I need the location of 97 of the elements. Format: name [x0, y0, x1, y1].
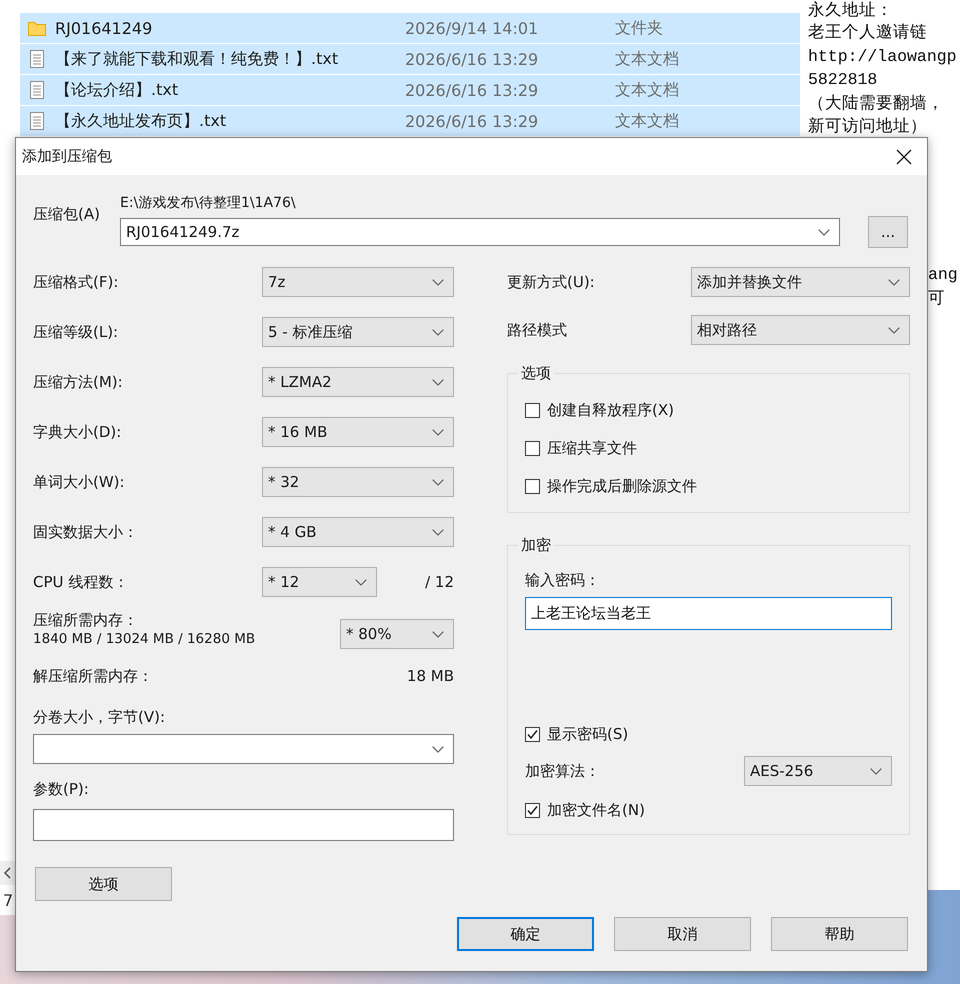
field-label: 压缩格式(F):	[33, 272, 120, 292]
checkbox[interactable]	[525, 726, 540, 742]
checkbox-label[interactable]: 操作完成后删除源文件	[547, 476, 697, 496]
options-button[interactable]: 选项	[35, 867, 172, 901]
chevron-down-icon	[432, 630, 444, 638]
file-name: 【永久地址发布页】.txt	[55, 110, 228, 132]
password-field[interactable]: 上老王论坛当老王	[525, 597, 892, 630]
file-date: 2026/6/16 13:29	[405, 112, 540, 130]
folder-icon	[28, 19, 46, 37]
checkbox-label[interactable]: 压缩共享文件	[547, 438, 637, 458]
close-icon	[896, 148, 912, 164]
file-type: 文件夹	[615, 18, 663, 38]
dropdown[interactable]: * 16 MB	[262, 417, 454, 447]
field-label: 加密算法：	[525, 762, 600, 780]
chevron-down-icon	[432, 428, 444, 436]
memory-reading: 18 MB	[406, 667, 454, 685]
file-row[interactable]: 【永久地址发布页】.txt 2026/6/16 13:29 文本文档	[20, 106, 800, 137]
dropdown[interactable]: AES-256	[744, 756, 892, 786]
field-label: 更新方式(U):	[507, 272, 596, 292]
note-text: 永久地址：	[808, 0, 893, 21]
chevron-down-icon	[818, 228, 830, 236]
dropdown[interactable]: 添加并替换文件	[691, 267, 910, 297]
dropdown[interactable]: * 32	[262, 467, 454, 497]
thread-total: / 12	[424, 573, 454, 591]
chevron-down-icon	[432, 528, 444, 536]
note-text: ang	[928, 264, 958, 286]
dropdown[interactable]: 相对路径	[691, 315, 910, 345]
volume-size-field[interactable]	[33, 734, 454, 764]
chevron-down-icon	[432, 328, 444, 336]
file-type: 文本文档	[615, 80, 679, 100]
field-label: 固实数据大小：	[33, 522, 139, 542]
document-icon	[28, 112, 46, 130]
chevron-down-icon	[888, 326, 900, 334]
field-label: 压缩所需内存：	[33, 611, 138, 630]
dropdown[interactable]: * 80%	[340, 619, 454, 649]
dropdown[interactable]: RJ01641249.7z	[120, 218, 840, 246]
parameters-field[interactable]	[33, 809, 454, 841]
file-type: 文本文档	[615, 110, 679, 132]
file-name: 【来了就能下载和观看！纯免费！】.txt	[55, 48, 340, 70]
chevron-down-icon	[432, 278, 444, 286]
document-icon	[28, 50, 46, 68]
dropdown[interactable]: 7z	[262, 267, 454, 297]
field-label: 解压缩所需内存：	[33, 667, 153, 685]
status-text: 7	[3, 890, 14, 910]
field-label: 路径模式	[507, 320, 568, 340]
memory-reading: 1840 MB / 13024 MB / 16280 MB	[33, 630, 256, 649]
dialog-title: 添加到压缩包	[22, 147, 112, 165]
file-row[interactable]: 【论坛介绍】.txt 2026/6/16 13:29 文本文档	[20, 75, 800, 106]
dropdown[interactable]: * LZMA2	[262, 367, 454, 397]
field-label: 参数(P):	[33, 780, 89, 798]
folder-path: E:\游戏发布\待整理1\1A76\	[120, 194, 296, 212]
chevron-down-icon	[432, 478, 444, 486]
checkbox[interactable]	[525, 802, 540, 818]
checkbox[interactable]	[525, 402, 540, 418]
chevron-down-icon	[888, 278, 900, 286]
group-title: 加密	[518, 536, 554, 554]
file-date: 2026/9/14 14:01	[405, 18, 540, 38]
document-icon	[28, 81, 46, 99]
note-text: 新可访问地址）	[808, 116, 927, 138]
checkbox-label[interactable]: 创建自释放程序(X)	[547, 400, 674, 420]
dropdown[interactable]: 5 - 标准压缩	[262, 317, 454, 347]
field-label: 压缩包(A)	[33, 205, 101, 223]
file-date: 2026/6/16 13:29	[405, 50, 540, 68]
field-label: 压缩方法(M):	[33, 372, 124, 392]
file-row[interactable]: RJ01641249 2026/9/14 14:01 文件夹	[20, 13, 800, 44]
file-name: RJ01641249	[55, 18, 154, 38]
file-type: 文本文档	[615, 48, 679, 70]
note-text: 可	[928, 288, 945, 310]
dropdown[interactable]: * 12	[262, 567, 377, 597]
browse-button[interactable]: ...	[868, 216, 908, 248]
cancel-button[interactable]: 取消	[614, 917, 751, 951]
checkbox[interactable]	[525, 478, 540, 494]
chevron-down-icon	[432, 378, 444, 386]
checkbox-label[interactable]: 加密文件名(N)	[547, 800, 645, 820]
help-button[interactable]: 帮助	[771, 917, 908, 951]
checkbox[interactable]	[525, 440, 540, 456]
dropdown[interactable]: * 4 GB	[262, 517, 454, 547]
file-name: 【论坛介绍】.txt	[55, 80, 180, 100]
chevron-left-icon[interactable]	[4, 867, 11, 879]
file-row[interactable]: 【来了就能下载和观看！纯免费！】.txt 2026/6/16 13:29 文本文档	[20, 44, 800, 75]
ok-button[interactable]: 确定	[457, 917, 594, 951]
chevron-down-icon	[870, 768, 882, 774]
field-label: CPU 线程数：	[33, 572, 130, 592]
field-label: 输入密码：	[525, 571, 600, 589]
field-label: 字典大小(D):	[33, 422, 122, 442]
note-text: 老王个人邀请链	[808, 22, 927, 44]
chevron-down-icon	[432, 746, 444, 752]
group-title: 选项	[518, 364, 554, 382]
note-text: http://laowangp	[808, 46, 957, 68]
checkbox-label[interactable]: 显示密码(S)	[547, 724, 628, 744]
field-label: 压缩等级(L):	[33, 322, 120, 342]
note-text: （大陆需要翻墙，	[808, 92, 944, 114]
file-date: 2026/6/16 13:29	[405, 80, 540, 100]
field-label: 单词大小(W):	[33, 472, 126, 492]
field-label: 分卷大小，字节(V):	[33, 708, 166, 726]
note-text: 5822818	[808, 69, 878, 91]
chevron-down-icon	[355, 578, 367, 586]
